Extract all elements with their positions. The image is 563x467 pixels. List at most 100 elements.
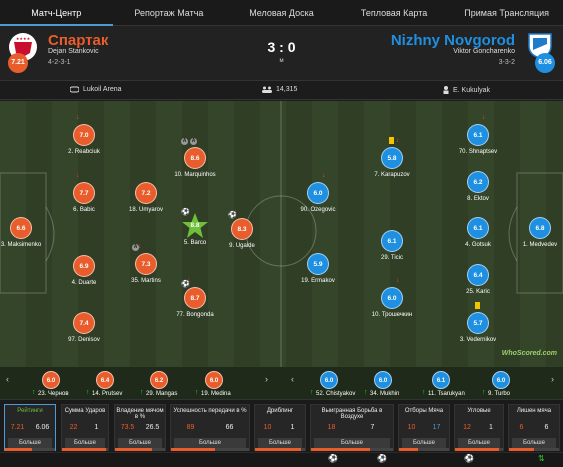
stat-bar-home-fill xyxy=(171,448,216,451)
subs-next-arrow-away-icon[interactable]: › xyxy=(551,374,554,384)
away-formation: 3-3-2 xyxy=(498,59,515,66)
stat-bar-home-fill xyxy=(115,448,152,451)
sub-rating: 6.0 xyxy=(374,371,392,389)
player-name: 5. Barco xyxy=(183,240,207,246)
stat-box[interactable]: Успешность передачи в % 89 66 Больше xyxy=(170,404,250,451)
attendance-info: 14,315 xyxy=(262,86,297,93)
subs-prev-arrow-away-icon[interactable]: ‹ xyxy=(291,374,294,384)
player-rating: 7.7 xyxy=(73,182,95,204)
stat-home-value: 6 xyxy=(519,424,524,431)
assist-icon: A xyxy=(190,138,197,145)
assist-icon: A xyxy=(181,138,188,145)
more-button[interactable]: Больше xyxy=(8,438,52,448)
stat-away-value: 26.5 xyxy=(145,424,160,431)
more-button[interactable]: Больше xyxy=(512,438,556,448)
sub-name: 52. Chistyakov xyxy=(316,391,356,397)
stat-bar xyxy=(5,448,55,451)
stat-box[interactable]: Лишен мяча 6 6 Больше xyxy=(508,404,560,451)
stat-home-value: 73.5 xyxy=(120,424,135,431)
more-button[interactable]: Больше xyxy=(402,438,446,448)
player-rating: 7.0 xyxy=(73,124,95,146)
player-name: 2. Reabciuk xyxy=(68,149,100,155)
player-rating: 6.8 xyxy=(529,217,551,239)
sub-name: 9. Turbo xyxy=(488,391,511,397)
player-name: 4. Gotsuk xyxy=(465,242,491,248)
stat-home-value: 89 xyxy=(186,424,195,431)
tab-chalkboard[interactable]: Меловая Доска xyxy=(225,0,338,26)
player-rating: 7.2 xyxy=(135,182,157,204)
sub-name: 19. Medina xyxy=(201,391,231,397)
stat-box[interactable]: Угловые 12 1 Больше xyxy=(454,404,504,451)
stat-bar xyxy=(115,448,165,451)
more-button[interactable]: Больше xyxy=(314,438,390,448)
tab-live[interactable]: Примая Трансляция xyxy=(450,0,563,26)
sub-off-arrow-icon: ↓ xyxy=(396,277,400,284)
sub-rating: 6.0 xyxy=(205,371,223,389)
subs-next-arrow-icon[interactable]: › xyxy=(265,374,268,384)
stat-box[interactable]: Сумма Ударов 22 1 Больше xyxy=(61,404,109,451)
sub-rating: 6.1 xyxy=(432,371,450,389)
ball-icon: ⚽ xyxy=(328,454,338,463)
sub-name: 14. Prutsev xyxy=(92,391,123,397)
stat-box[interactable]: Владение мячом в % 73.5 26.5 Больше xyxy=(114,404,166,451)
player-rating: 7.3 xyxy=(135,253,157,275)
more-button[interactable]: Больше xyxy=(458,438,500,448)
player-rating: 6.0 xyxy=(381,287,403,309)
stat-away-value: 1 xyxy=(290,424,295,431)
player-name: 90. Ozegovic xyxy=(300,207,336,213)
more-button[interactable]: Больше xyxy=(118,438,162,448)
stat-title: Сумма Ударов xyxy=(64,408,106,414)
stat-box[interactable]: Рейтинги 7.21 6.06 Больше xyxy=(4,404,56,451)
stat-bar-home-fill xyxy=(255,448,301,451)
tab-match-centre[interactable]: Матч-Центр xyxy=(0,0,113,26)
sub-off-arrow-icon: ↓ xyxy=(322,172,326,179)
sub-rating: 6.0 xyxy=(320,371,338,389)
player-rating: 6.2 xyxy=(467,171,489,193)
stat-bar-home-fill xyxy=(455,448,500,451)
stat-home-value: 7.21 xyxy=(10,424,25,431)
sub-off-arrow-icon: ↓ xyxy=(482,114,486,121)
sub-on-arrow-icon: ↑ xyxy=(195,389,199,396)
sub-name: 23. Чернов xyxy=(38,391,69,397)
subs-prev-arrow-icon[interactable]: ‹ xyxy=(6,374,9,384)
stat-box[interactable]: Выигранная Борьба в Воздухе 18 7 Больше xyxy=(310,404,394,451)
player-name: 1. Medvedev xyxy=(522,242,558,248)
stat-box[interactable]: Дриблинг 10 1 Больше xyxy=(254,404,306,451)
player-name: 10. Marquinhos xyxy=(174,172,216,178)
substitutes-bar: ‹ › ‹ › 6.0 ↑ 23. Чернов 6.4 ↑ 14. Prutsev 6.2… xyxy=(0,367,563,399)
stat-title: Отборы Мяча xyxy=(404,408,444,414)
stadium-name: Lukoil Arena xyxy=(83,86,122,93)
player-name: 77. Bongonda xyxy=(176,312,214,318)
sub-rating: 6.0 xyxy=(42,371,60,389)
tab-heatmap[interactable]: Тепловая Карта xyxy=(338,0,451,26)
player-rating: 8.6 xyxy=(184,147,206,169)
stat-box[interactable]: Отборы Мяча 10 17 Больше xyxy=(398,404,450,451)
assist-icon: A xyxy=(132,244,139,251)
tab-match-report[interactable]: Репортаж Матча xyxy=(113,0,226,26)
stat-away-value: 6 xyxy=(544,424,549,431)
player-name: 70. Shnaptsev xyxy=(458,149,498,155)
more-button[interactable]: Больше xyxy=(65,438,105,448)
more-button[interactable]: Больше xyxy=(258,438,302,448)
player-rating: 8.8 xyxy=(190,222,200,229)
event-timeline: ⚽ ⚽ ⚽ ⇅ xyxy=(0,452,563,467)
more-button[interactable]: Больше xyxy=(174,438,246,448)
player-rating: 6.1 xyxy=(467,217,489,239)
sub-off-arrow-icon: ↓ xyxy=(76,172,80,179)
stat-title: Владение мячом в % xyxy=(116,408,164,420)
sub-rating: 6.2 xyxy=(150,371,168,389)
player-name: 4. Duarte xyxy=(71,280,97,286)
stat-title: Выигранная Борьба в Воздухе xyxy=(321,408,383,420)
ball-icon: ⚽ xyxy=(377,454,387,463)
stat-bar-home-fill xyxy=(5,448,32,451)
sub-off-arrow-icon: ↓ xyxy=(396,137,400,144)
away-team-name[interactable]: Nizhny Novgorod xyxy=(391,32,515,49)
player-name: 9. Ugalde xyxy=(229,243,255,249)
stat-away-value: 7 xyxy=(370,424,375,431)
player-name: 10. Трошечкин xyxy=(371,312,413,318)
away-coach: Viktor Goncharenko xyxy=(453,48,515,55)
yellow-card-icon xyxy=(475,302,480,309)
attendance-value: 14,315 xyxy=(276,86,298,93)
player-rating: 8.3 xyxy=(231,218,253,240)
player-name: 3. Vedernikov xyxy=(459,337,497,343)
